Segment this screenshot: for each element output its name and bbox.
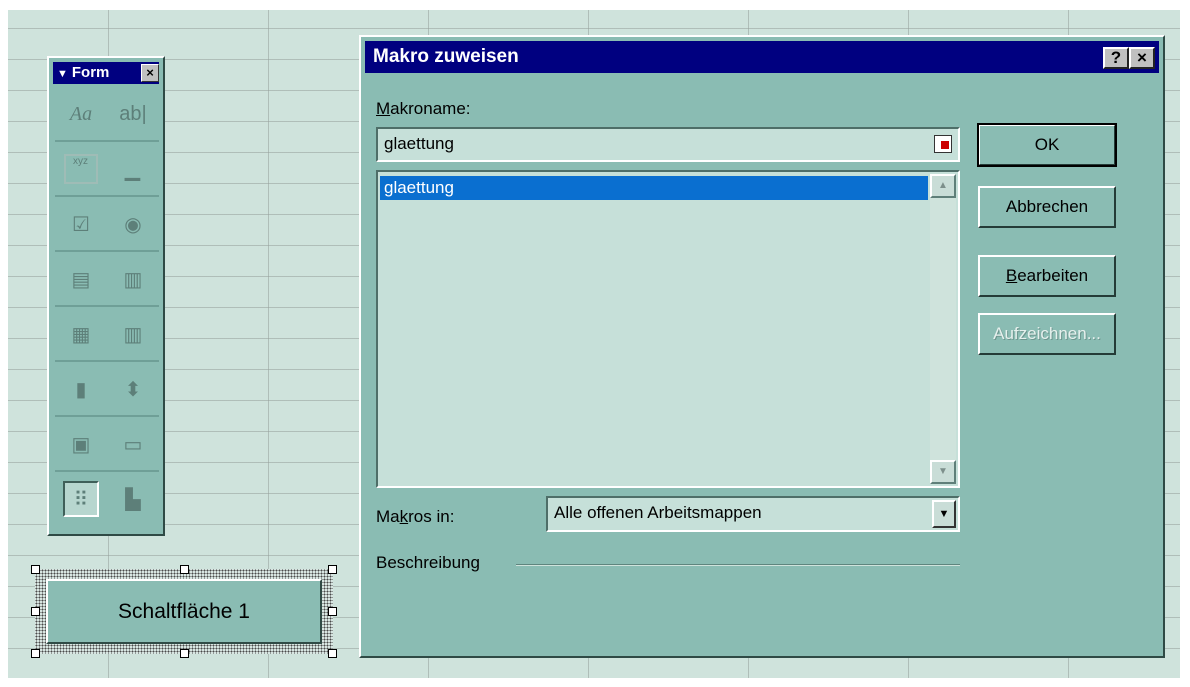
macro-list[interactable]: glaettung ▲ ▼ xyxy=(376,170,960,488)
checkbox-icon[interactable]: ☑ xyxy=(63,206,99,242)
record-button[interactable]: Aufzeichnen... xyxy=(978,313,1116,355)
combo-dropdown-edit-icon[interactable]: ▥ xyxy=(115,316,151,352)
resize-handle-top-left[interactable] xyxy=(31,565,40,574)
run-dialog-icon[interactable]: ▙ xyxy=(115,481,151,517)
list-box-icon[interactable]: ▤ xyxy=(63,261,99,297)
dialog-title: Makro zuweisen xyxy=(373,46,519,67)
combo-list-edit-icon[interactable]: ▦ xyxy=(63,316,99,352)
toolbar-row: ☑ ◉ xyxy=(55,198,159,252)
resize-handle-right[interactable] xyxy=(328,607,337,616)
forms-toolbar: ▼ Form × Aa ab| xyz ▁ ☑ ◉ ▤ ▥ ▦ ▥ ▮ ⬍ ▣ ▭ ⠿ ▙ xyxy=(47,56,165,536)
control-properties-icon[interactable]: ▣ xyxy=(63,426,99,462)
toolbar-title-bar[interactable]: ▼ Form × xyxy=(53,62,159,84)
scroll-bar-icon[interactable]: ▮ xyxy=(63,371,99,407)
macro-name-value: glaettung xyxy=(384,134,454,153)
macro-name-input[interactable]: glaettung xyxy=(376,127,960,162)
resize-handle-bottom-left[interactable] xyxy=(31,649,40,658)
toolbar-row: ▤ ▥ xyxy=(55,253,159,307)
resize-handle-top-right[interactable] xyxy=(328,565,337,574)
group-box-icon[interactable]: xyz xyxy=(63,154,98,184)
dialog-title-bar[interactable]: Makro zuweisen ? × xyxy=(365,41,1159,73)
edit-code-icon[interactable]: ▭ xyxy=(115,426,151,462)
spinner-icon[interactable]: ⬍ xyxy=(115,371,151,407)
toolbar-row: ⠿ ▙ xyxy=(55,473,159,525)
edit-button[interactable]: Bearbeiten xyxy=(978,255,1116,297)
toggle-grid-icon[interactable]: ⠿ xyxy=(63,481,99,517)
toolbar-row: xyz ▁ xyxy=(55,143,159,197)
chevron-down-icon[interactable]: ▼ xyxy=(932,500,956,528)
toolbar-title: Form xyxy=(71,64,110,81)
macros-in-value: Alle offenen Arbeitsmappen xyxy=(554,503,762,522)
scroll-up-icon[interactable]: ▲ xyxy=(930,174,956,198)
resize-handle-bottom-right[interactable] xyxy=(328,649,337,658)
collapse-dialog-icon[interactable] xyxy=(934,135,952,153)
toolbar-menu-arrow-icon[interactable]: ▼ xyxy=(57,63,68,84)
sheet-button[interactable]: Schaltfläche 1 xyxy=(46,579,322,644)
combo-box-icon[interactable]: ▥ xyxy=(115,261,151,297)
macros-in-label: Makros in: xyxy=(376,507,455,526)
macros-in-select[interactable]: Alle offenen Arbeitsmappen ▼ xyxy=(546,496,960,532)
scroll-down-icon[interactable]: ▼ xyxy=(930,460,956,484)
help-button[interactable]: ? xyxy=(1103,47,1129,69)
button-icon[interactable]: ▁ xyxy=(115,151,151,187)
ok-button[interactable]: OK xyxy=(977,123,1117,167)
edit-box-icon[interactable]: ab| xyxy=(115,96,151,132)
toolbar-row: ▣ ▭ xyxy=(55,418,159,472)
label-icon[interactable]: Aa xyxy=(63,96,99,132)
list-item[interactable]: glaettung xyxy=(380,176,928,200)
toolbar-row: Aa ab| xyxy=(55,88,159,142)
option-button-icon[interactable]: ◉ xyxy=(115,206,151,242)
toolbar-close-button[interactable]: × xyxy=(141,64,159,82)
description-label: Beschreibung xyxy=(376,553,480,572)
resize-handle-left[interactable] xyxy=(31,607,40,616)
dialog-close-button[interactable]: × xyxy=(1129,47,1155,69)
description-separator xyxy=(516,564,960,566)
cancel-button[interactable]: Abbrechen xyxy=(978,186,1116,228)
resize-handle-top[interactable] xyxy=(180,565,189,574)
macro-name-label: Makroname: xyxy=(376,99,471,118)
toolbar-row: ▦ ▥ xyxy=(55,308,159,362)
resize-handle-bottom[interactable] xyxy=(180,649,189,658)
list-scrollbar[interactable]: ▲ ▼ xyxy=(930,174,956,484)
toolbar-row: ▮ ⬍ xyxy=(55,363,159,417)
